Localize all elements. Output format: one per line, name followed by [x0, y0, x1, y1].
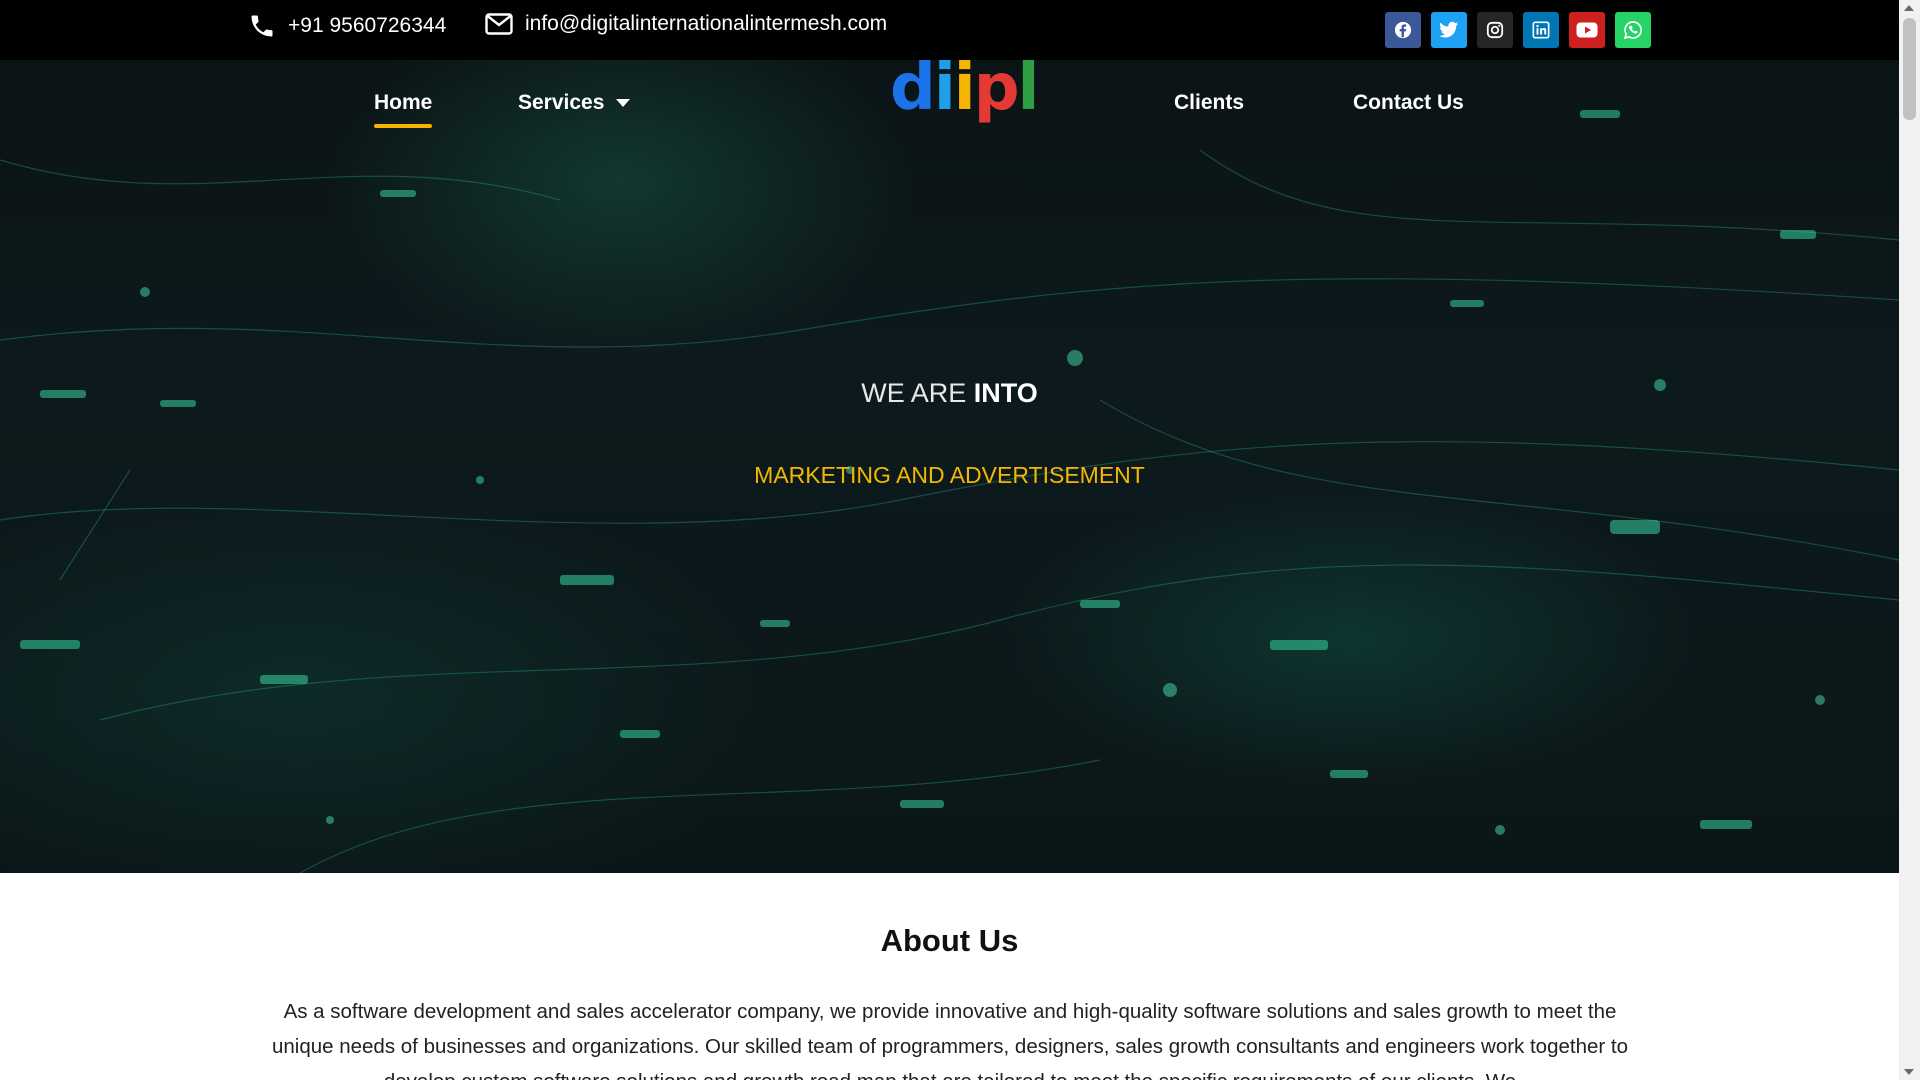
nav-clients[interactable]: Clients — [1174, 91, 1244, 115]
hero-rotating-text: MARKETING AND ADVERTISEMENT — [754, 462, 1145, 488]
about-text: As a software development and sales acce… — [271, 1000, 1629, 1080]
youtube-button[interactable] — [1569, 12, 1605, 48]
envelope-icon — [485, 13, 513, 35]
phone-number: +91 9560726344 — [288, 14, 447, 37]
email-address: info@digitalinternationalintermesh.com — [525, 12, 888, 35]
about-title: About Us — [880, 923, 1019, 958]
phone-contact[interactable]: +91 9560726344 — [248, 12, 446, 40]
nav-home[interactable]: Home — [374, 91, 433, 128]
nav-services[interactable]: Services — [518, 91, 631, 115]
tagline-bold: INTO — [973, 378, 1038, 408]
hero-background-network — [0, 110, 1899, 873]
about-section: About Us As a software development and s… — [0, 873, 1899, 1080]
scrollbar-thumb[interactable] — [1903, 18, 1916, 120]
caret-down-icon — [616, 99, 631, 107]
tagline-light: WE ARE — [861, 378, 974, 408]
nav-services-label: Services — [518, 91, 605, 114]
youtube-icon — [1576, 22, 1598, 38]
whatsapp-icon — [1623, 21, 1642, 40]
scroll-down-arrow-icon[interactable] — [1904, 1069, 1914, 1075]
twitter-button[interactable] — [1431, 12, 1467, 48]
twitter-icon — [1439, 21, 1459, 38]
linkedin-button[interactable] — [1523, 12, 1559, 48]
facebook-icon — [1394, 21, 1412, 39]
diipl-logo[interactable]: diipl — [890, 56, 1039, 120]
instagram-button[interactable] — [1477, 12, 1513, 48]
phone-icon — [251, 15, 273, 37]
scroll-up-arrow-icon[interactable] — [1904, 5, 1914, 11]
social-links — [1385, 12, 1651, 48]
whatsapp-button[interactable] — [1615, 12, 1651, 48]
nav-home-label: Home — [374, 91, 433, 114]
nav-contact-us[interactable]: Contact Us — [1353, 91, 1464, 115]
nav-active-underline — [374, 124, 433, 128]
instagram-icon — [1486, 21, 1504, 39]
facebook-button[interactable] — [1385, 12, 1421, 48]
hero-tagline: WE ARE INTO — [0, 378, 1899, 409]
hero-section: +91 9560726344 info@digitalinternational… — [0, 0, 1899, 873]
email-contact[interactable]: info@digitalinternationalintermesh.com — [485, 12, 887, 36]
linkedin-icon — [1532, 21, 1550, 39]
page: +91 9560726344 info@digitalinternational… — [0, 0, 1899, 1080]
page-scrollbar[interactable] — [1899, 0, 1920, 1080]
